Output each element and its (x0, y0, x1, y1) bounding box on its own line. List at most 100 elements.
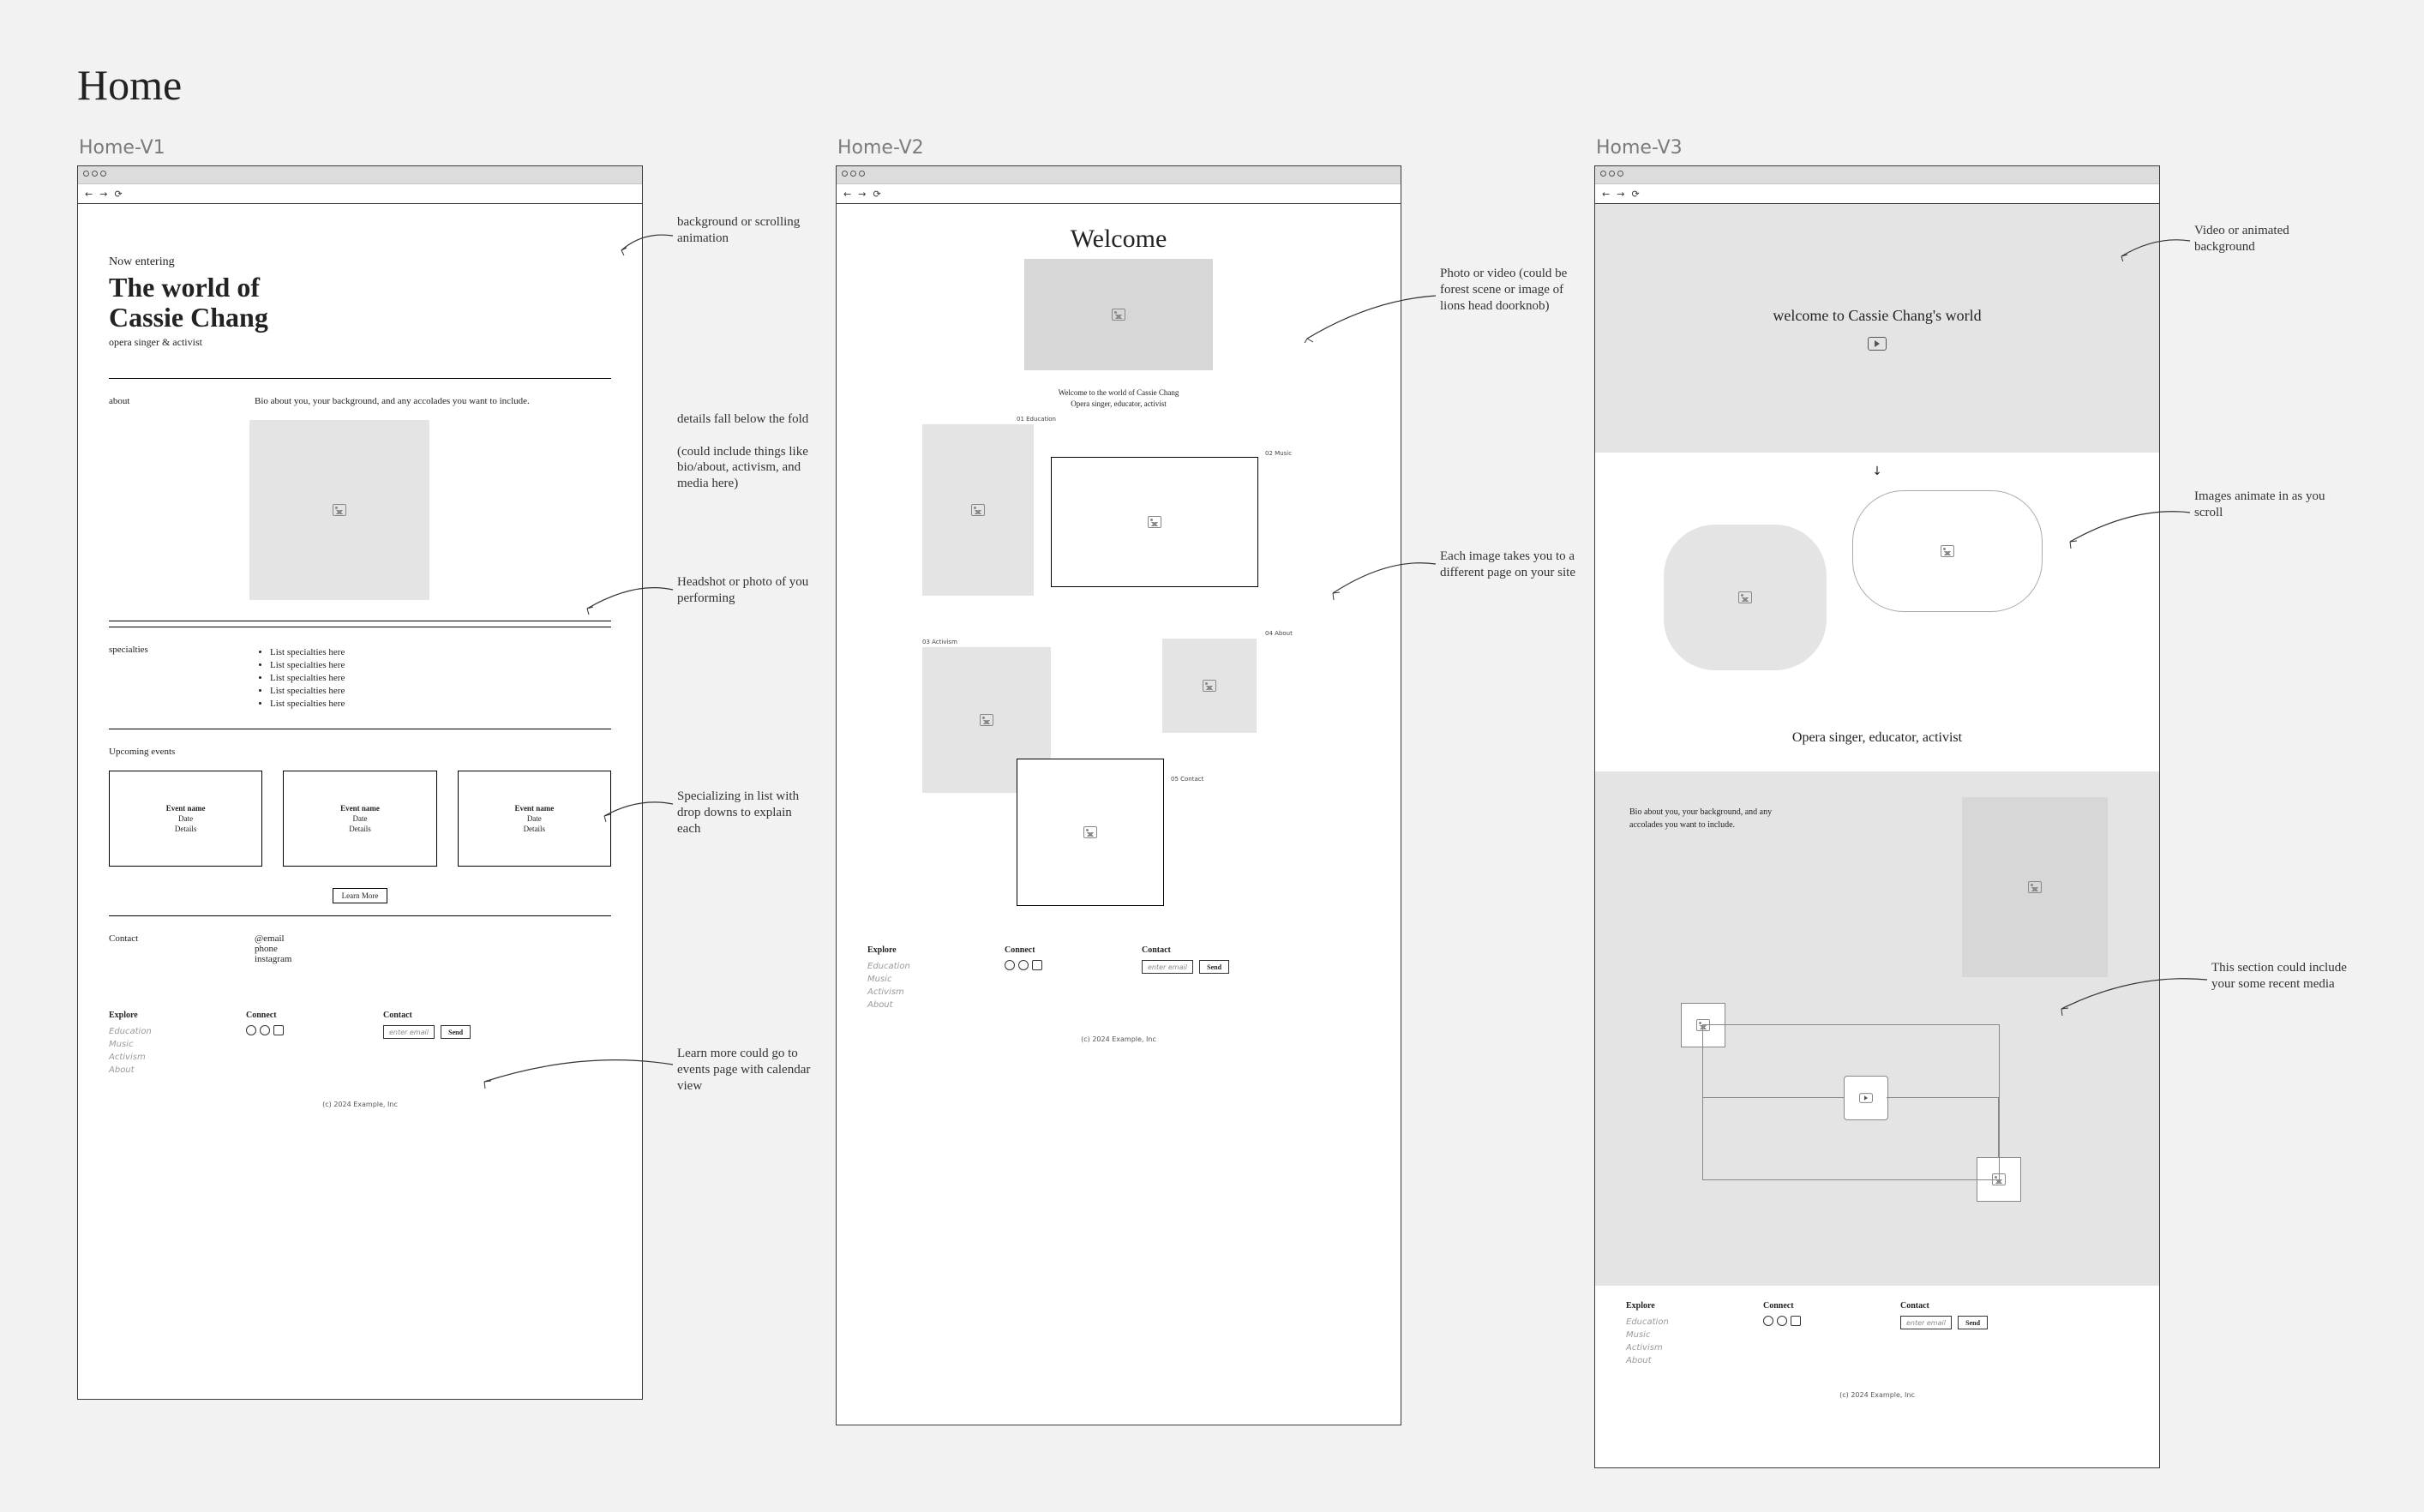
media-node-play[interactable] (1844, 1076, 1888, 1120)
image-icon (971, 504, 985, 516)
social-icon[interactable] (260, 1025, 270, 1035)
about-label: about (109, 396, 212, 406)
annotation: Specializing in list with drop downs to … (677, 789, 814, 837)
bio-text: Bio about you, your background, and any … (1629, 806, 1784, 831)
tile-education[interactable] (922, 424, 1034, 596)
specialties-label: specialties (109, 645, 212, 711)
arrow-down-icon: ↓ (1595, 465, 2159, 478)
contact-body: @email phone instagram (255, 933, 611, 964)
social-icon[interactable] (1777, 1316, 1787, 1326)
welcome-title: Welcome (837, 225, 1401, 254)
image-icon (1148, 516, 1161, 528)
tile-label: 05 Contact (1171, 776, 1203, 783)
send-button[interactable]: Send (1958, 1316, 1988, 1329)
hero-text: welcome to Cassie Chang's world (1773, 307, 1981, 325)
browser-nav: ←→⟳ (78, 184, 642, 204)
social-icon[interactable] (1763, 1316, 1773, 1326)
image-icon (1992, 1173, 2006, 1185)
media-image (1962, 797, 2108, 977)
event-card[interactable]: Event name Date Details (109, 771, 262, 867)
footer-explore-title: Explore (867, 945, 953, 955)
image-icon (1203, 680, 1216, 692)
social-icon[interactable] (273, 1025, 284, 1035)
footer-link[interactable]: Music (1626, 1329, 1712, 1341)
footer: Explore Education Music Activism About C… (1595, 1286, 2159, 1383)
social-icons[interactable] (1005, 960, 1090, 970)
nav-tiles: 01 Education 02 Music 03 Activism 04 Abo… (862, 416, 1375, 861)
annotation: background or scrolling animation (677, 214, 814, 247)
event-card[interactable]: Event name Date Details (283, 771, 436, 867)
email-field[interactable]: enter email (383, 1025, 435, 1039)
footer-link[interactable]: Education (1626, 1316, 1712, 1329)
event-card[interactable]: Event name Date Details (458, 771, 611, 867)
learn-more-button[interactable]: Learn More (333, 888, 388, 903)
tile-label: 04 About (1265, 630, 1293, 637)
browser-nav: ←→⟳ (837, 184, 1401, 204)
email-field[interactable]: enter email (1142, 960, 1193, 974)
social-icon[interactable] (246, 1025, 256, 1035)
image-icon (1696, 1019, 1710, 1031)
image-blob (1664, 525, 1827, 670)
footer-link[interactable]: Activism (109, 1051, 195, 1064)
tile-contact[interactable] (1017, 759, 1164, 906)
events-label: Upcoming events (109, 747, 212, 757)
footer-link[interactable]: About (867, 999, 953, 1011)
send-button[interactable]: Send (441, 1025, 471, 1039)
media-node[interactable] (1977, 1157, 2021, 1202)
annotation: Headshot or photo of you performing (677, 574, 814, 607)
footer-link[interactable]: About (109, 1064, 195, 1077)
send-button[interactable]: Send (1199, 960, 1229, 974)
footer-explore-title: Explore (109, 1011, 195, 1020)
wireframe-v2: ←→⟳ Welcome Welcome to the world of Cass… (836, 165, 1401, 1425)
headshot-placeholder (249, 420, 429, 600)
tile-music[interactable] (1051, 457, 1258, 587)
footer-link[interactable]: Music (109, 1038, 195, 1051)
tagline: Opera singer, educator, activist (1595, 730, 2159, 746)
tile-label: 01 Education (1017, 416, 1056, 423)
footer-link[interactable]: Education (109, 1025, 195, 1038)
footer-link[interactable]: Activism (867, 986, 953, 999)
image-icon (2028, 881, 2042, 893)
annotation: Each image takes you to a different page… (1440, 549, 1577, 581)
image-icon (333, 504, 346, 516)
footer-link[interactable]: About (1626, 1354, 1712, 1367)
footer-explore-title: Explore (1626, 1301, 1712, 1311)
variant-label-v2: Home-V2 (837, 137, 924, 159)
browser-chrome (1595, 166, 2159, 184)
image-icon (980, 714, 993, 726)
variant-label-v1: Home-V1 (79, 137, 165, 159)
footer-link[interactable]: Education (867, 960, 953, 973)
page-title: Home (77, 60, 182, 110)
annotation: details fall below the fold (could inclu… (677, 411, 814, 492)
social-icon[interactable] (1005, 960, 1015, 970)
hero-pre: Now entering (109, 255, 611, 269)
variant-label-v3: Home-V3 (1596, 137, 1683, 159)
hero-text: Welcome to the world of Cassie Chang Ope… (837, 387, 1401, 409)
annotation: Learn more could go to events page with … (677, 1046, 814, 1094)
media-section: Bio about you, your background, and any … (1595, 771, 2159, 1286)
image-icon (1083, 826, 1097, 838)
social-icons[interactable] (1763, 1316, 1849, 1326)
play-icon (1859, 1093, 1872, 1102)
annotation: Images animate in as you scroll (2194, 489, 2331, 521)
footer-link[interactable]: Activism (1626, 1341, 1712, 1354)
wireframe-v3: ←→⟳ welcome to Cassie Chang's world ↓ Op… (1594, 165, 2160, 1468)
specialties-list: List specialties here List specialties h… (255, 647, 611, 709)
footer: Explore Education Music Activism About C… (837, 930, 1401, 1027)
social-icon[interactable] (1018, 960, 1029, 970)
social-icon[interactable] (1791, 1316, 1801, 1326)
contact-label: Contact (109, 933, 212, 964)
media-node[interactable] (1681, 1003, 1725, 1047)
footer-contact-title: Contact (383, 1011, 471, 1020)
email-field[interactable]: enter email (1900, 1316, 1952, 1329)
footer-link[interactable]: Music (867, 973, 953, 986)
social-icons[interactable] (246, 1025, 332, 1035)
copyright: (c) 2024 Example, Inc (78, 1092, 642, 1124)
annotation: Video or animated background (2194, 223, 2331, 255)
social-icon[interactable] (1032, 960, 1042, 970)
hero-sub: opera singer & activist (109, 336, 611, 349)
tile-about[interactable] (1162, 639, 1257, 733)
hero-title: The world of Cassie Chang (109, 273, 611, 333)
annotation: Photo or video (could be forest scene or… (1440, 266, 1577, 314)
play-icon[interactable] (1868, 337, 1887, 351)
